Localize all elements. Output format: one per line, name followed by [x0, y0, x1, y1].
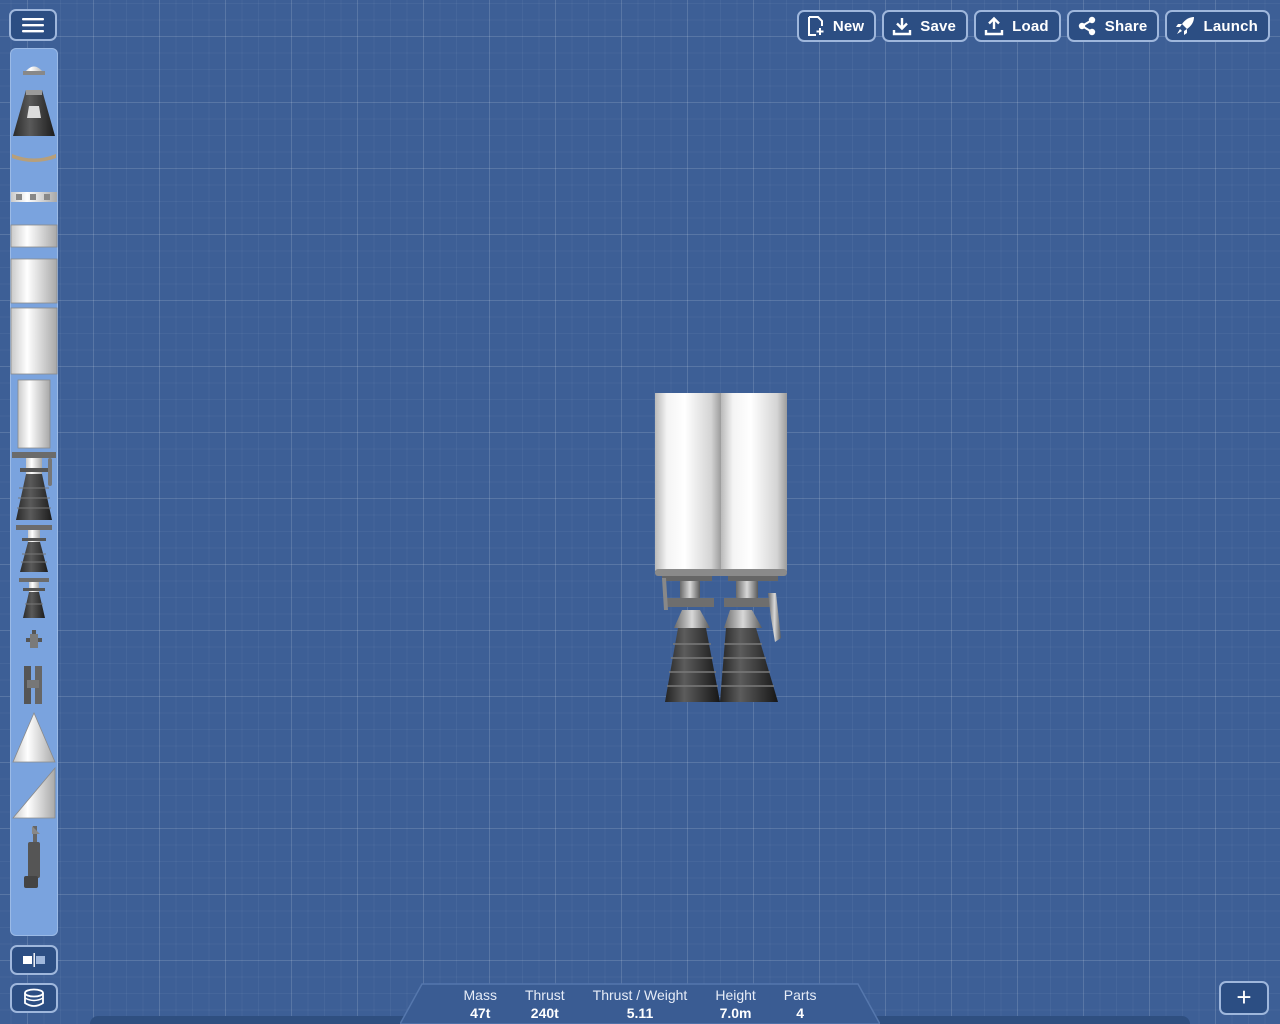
stat-parts: Parts 4 [770, 982, 831, 1024]
fuel-tank-left[interactable] [655, 393, 721, 571]
stat-label: Thrust [524, 987, 565, 1003]
load-button-label: Load [1012, 17, 1049, 35]
engine-left[interactable] [662, 576, 720, 702]
stage-button[interactable] [10, 983, 58, 1013]
symmetry-toggle-icon [23, 953, 45, 967]
stage-icon [24, 988, 44, 1007]
stat-label: Parts [783, 987, 817, 1003]
new-button-label: New [832, 17, 865, 35]
launch-button[interactable]: Launch [1165, 10, 1270, 42]
stat-value: 47t [470, 1005, 491, 1021]
upload-icon [984, 16, 1004, 36]
stat-value: 4 [796, 1005, 805, 1021]
large-engine-icon[interactable] [12, 452, 56, 520]
stat-mass: Mass 47t [450, 982, 511, 1024]
medium-engine-icon[interactable] [16, 525, 52, 572]
fuel-tank-right[interactable] [721, 393, 787, 571]
new-button[interactable]: New [796, 10, 877, 42]
share-button-label: Share [1104, 17, 1148, 35]
load-button[interactable]: Load [974, 10, 1061, 42]
download-icon [893, 18, 912, 36]
stat-label: Height [715, 987, 756, 1003]
launch-button-label: Launch [1203, 17, 1258, 35]
large-fuel-tank-icon[interactable] [10, 307, 58, 375]
nose-cone-icon[interactable] [12, 711, 56, 763]
stat-height: Height 7.0m [701, 982, 769, 1024]
symmetry-button[interactable] [10, 945, 58, 975]
command-pod-icon[interactable] [13, 90, 55, 136]
detacher-icon[interactable] [11, 192, 57, 202]
save-button-label: Save [920, 17, 957, 35]
stat-thrust: Thrust 240t [511, 982, 579, 1024]
small-fuel-tank-icon[interactable] [10, 224, 58, 248]
medium-fuel-tank-icon[interactable] [10, 258, 58, 304]
small-engine-icon[interactable] [19, 578, 49, 618]
stats-panel: Mass 47t Thrust 240t Thrust / Weight 5.1… [400, 982, 880, 1024]
side-cone-icon[interactable] [12, 766, 56, 819]
landing-leg-icon[interactable] [24, 826, 40, 888]
share-icon [1078, 16, 1095, 36]
side-separator-icon[interactable] [24, 666, 42, 704]
stat-label: Mass [463, 987, 497, 1003]
top-toolbar: New Save Load Share Launch [796, 10, 1270, 42]
stat-label: Thrust / Weight [592, 987, 688, 1003]
new-document-icon [807, 16, 824, 36]
menu-button[interactable] [9, 9, 57, 41]
save-button[interactable]: Save [882, 10, 969, 42]
heat-shield-icon[interactable] [12, 154, 56, 162]
add-button[interactable]: + [1219, 981, 1269, 1015]
rocket-icon [1176, 17, 1195, 35]
stat-value: 7.0m [719, 1005, 752, 1021]
stat-value: 240t [530, 1005, 559, 1021]
engine-right[interactable] [720, 576, 781, 702]
stat-thrust-weight: Thrust / Weight 5.11 [579, 982, 702, 1024]
hamburger-icon [22, 18, 44, 33]
stat-value: 5.11 [626, 1005, 654, 1021]
narrow-fuel-tank-icon[interactable] [17, 379, 51, 449]
docking-port-icon[interactable] [23, 66, 45, 76]
rocket-assembly[interactable] [640, 388, 800, 708]
parts-palette [10, 48, 58, 936]
share-button[interactable]: Share [1066, 10, 1160, 42]
rcs-thruster-icon[interactable] [26, 630, 42, 648]
